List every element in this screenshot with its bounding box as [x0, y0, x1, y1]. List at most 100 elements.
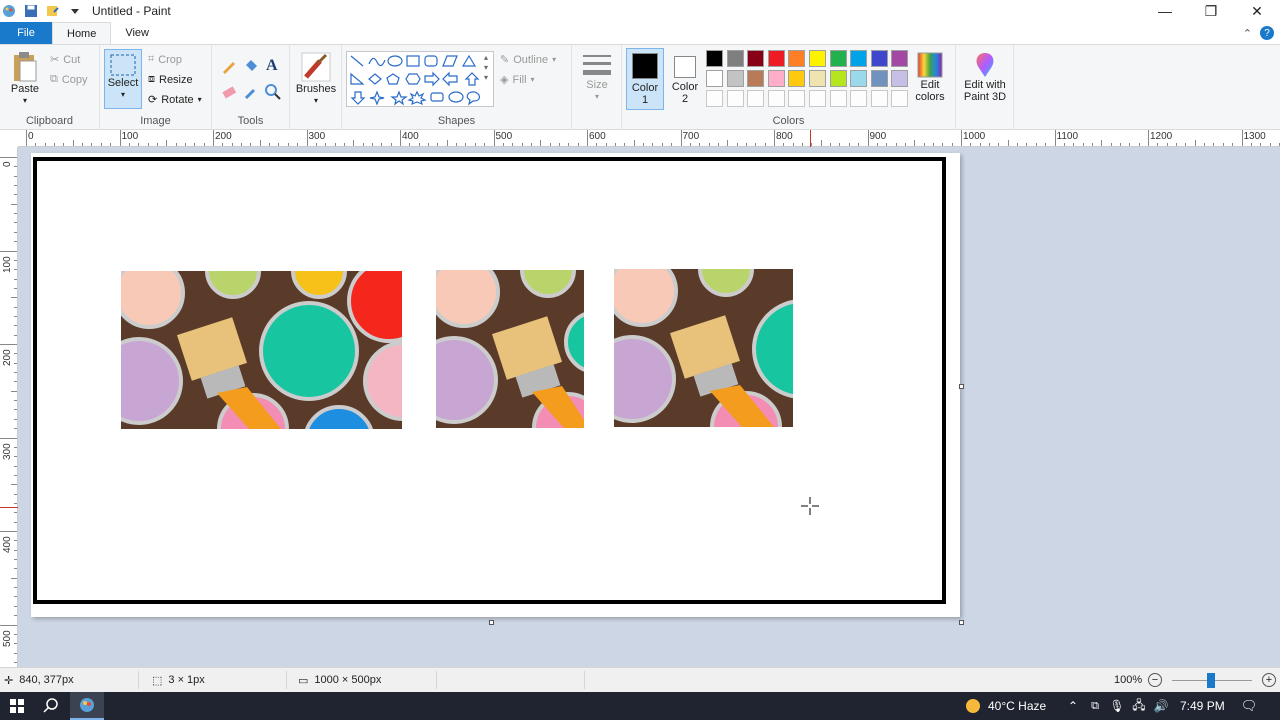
custom-color-slot[interactable] — [850, 90, 868, 107]
text-tool-icon[interactable]: A — [266, 57, 278, 75]
scissors-icon: ✂ — [50, 54, 60, 66]
color-picker-icon[interactable] — [242, 83, 260, 101]
ruler-tick — [14, 559, 17, 561]
palette-swatch[interactable] — [767, 50, 785, 67]
help-icon[interactable]: ? — [1260, 26, 1274, 40]
ruler-tick — [0, 531, 17, 532]
edit-with-paint3d-button[interactable]: Edit with Paint 3D — [958, 51, 1012, 103]
palette-swatch[interactable] — [809, 50, 826, 67]
custom-color-slot[interactable] — [809, 90, 826, 107]
image-size: ▭ 1000 × 500px — [298, 674, 381, 687]
tab-home[interactable]: Home — [52, 22, 112, 44]
custom-color-slot[interactable] — [891, 90, 909, 107]
color1-button[interactable]: Color 1 — [626, 48, 664, 110]
custom-color-slot[interactable] — [788, 90, 806, 107]
palette-swatch[interactable] — [870, 50, 888, 67]
undo-icon[interactable] — [46, 4, 60, 18]
palette-swatch[interactable] — [829, 70, 847, 87]
tab-file[interactable]: File — [0, 22, 52, 44]
tab-view[interactable]: View — [111, 22, 163, 44]
collapse-ribbon-icon[interactable]: ⌃ — [1243, 27, 1252, 40]
volume-icon[interactable]: 🔊 — [1152, 692, 1170, 720]
select-button[interactable]: Select ▾ — [104, 49, 142, 109]
search-button[interactable] — [36, 692, 66, 720]
ruler-tick — [14, 568, 17, 570]
taskbar-paint-app[interactable] — [70, 692, 104, 720]
network-icon[interactable]: 🖧 — [1130, 692, 1148, 720]
palette-swatch[interactable] — [788, 70, 806, 87]
minimize-button[interactable]: — — [1142, 0, 1188, 22]
crop-button[interactable]: ⌗ Crop — [148, 53, 182, 66]
custom-color-slot[interactable] — [870, 90, 888, 107]
color2-button[interactable]: Color 2 — [668, 48, 702, 110]
palette-swatch[interactable] — [850, 70, 868, 87]
clipboard-group: Paste ▾ ✂ Cut ⧉ Copy Clipboard — [0, 45, 100, 130]
custom-color-slot[interactable] — [829, 90, 847, 107]
windows-logo-icon — [10, 699, 24, 713]
palette-swatch[interactable] — [829, 50, 847, 67]
close-button[interactable]: ✕ — [1234, 0, 1280, 22]
clock-time[interactable]: 7:49 PM — [1180, 692, 1225, 720]
save-icon[interactable] — [24, 4, 38, 18]
eraser-icon[interactable] — [220, 83, 238, 101]
palette-swatch[interactable] — [747, 50, 765, 67]
custom-color-slot[interactable] — [726, 90, 744, 107]
pencil-icon[interactable] — [220, 57, 238, 75]
edit-colors-button[interactable]: Edit colors — [910, 51, 950, 103]
restore-button[interactable]: ❐ — [1188, 0, 1234, 22]
magnifier-icon[interactable] — [264, 83, 282, 101]
customize-quick-access-icon[interactable] — [68, 4, 82, 18]
outline-button[interactable]: ✎ Outline ▾ — [500, 53, 556, 67]
custom-color-slot[interactable] — [747, 90, 765, 107]
ruler-tick — [736, 143, 738, 146]
zoom-in-button[interactable]: + — [1262, 673, 1276, 687]
palette-swatch[interactable] — [870, 70, 888, 87]
resize-handle-right[interactable] — [959, 384, 964, 389]
paste-button[interactable]: Paste ▾ — [8, 51, 42, 107]
microphone-icon[interactable]: 🎙 — [1108, 692, 1126, 720]
palette-swatch[interactable] — [850, 50, 868, 67]
windows-taskbar: 40°C Haze ⌃ ⧉ 🎙 🖧 🔊 7:49 PM 🗨 — [0, 692, 1280, 720]
ruler-tick — [14, 409, 17, 411]
zoom-out-button[interactable]: − — [1148, 673, 1162, 687]
palette-swatch[interactable] — [767, 70, 785, 87]
custom-color-slot[interactable] — [767, 90, 785, 107]
ruler-tick — [932, 143, 934, 146]
meet-now-icon[interactable]: ⧉ — [1086, 692, 1104, 720]
shapes-gallery[interactable] — [346, 51, 494, 107]
move-icon: ✛ — [4, 674, 14, 687]
fill-bucket-icon[interactable] — [242, 57, 260, 75]
shapes-scroll[interactable]: ▴ ▾ ▾ — [484, 53, 488, 83]
ruler-tick — [1260, 143, 1262, 146]
palette-swatch[interactable] — [891, 70, 909, 87]
ruler-tick — [549, 143, 551, 146]
fill-button[interactable]: ◈ Fill ▾ — [500, 73, 535, 87]
zoom-slider-thumb[interactable] — [1207, 673, 1215, 688]
palette-swatch[interactable] — [809, 70, 826, 87]
drawing-canvas[interactable] — [31, 153, 960, 617]
notifications-icon[interactable]: 🗨 — [1238, 692, 1260, 720]
cut-button[interactable]: ✂ Cut — [50, 53, 80, 67]
palette-swatch[interactable] — [726, 70, 744, 87]
resize-button[interactable]: ⧈ Resize — [148, 73, 193, 86]
size-button[interactable]: Size ▾ — [578, 53, 616, 103]
resize-handle-bottom[interactable] — [489, 620, 494, 625]
chevron-up-icon[interactable]: ⌃ — [1064, 692, 1082, 720]
ruler-tick — [1157, 143, 1159, 146]
palette-swatch[interactable] — [706, 70, 723, 87]
palette-swatch[interactable] — [891, 50, 909, 67]
resize-handle-corner[interactable] — [959, 620, 964, 625]
palette-swatch[interactable] — [706, 50, 723, 67]
brushes-button[interactable]: Brushes ▾ — [294, 51, 338, 107]
rotate-button[interactable]: ⟳ Rotate ▾ — [148, 93, 202, 107]
start-button[interactable] — [0, 692, 34, 720]
weather-icon[interactable] — [962, 692, 984, 720]
custom-color-slot[interactable] — [706, 90, 723, 107]
weather-text[interactable]: 40°C Haze — [988, 692, 1046, 720]
copy-button[interactable]: ⧉ Copy — [50, 73, 88, 86]
ruler-tick — [14, 213, 17, 215]
paint-cans-image-1 — [121, 271, 402, 429]
palette-swatch[interactable] — [726, 50, 744, 67]
palette-swatch[interactable] — [788, 50, 806, 67]
palette-swatch[interactable] — [747, 70, 765, 87]
